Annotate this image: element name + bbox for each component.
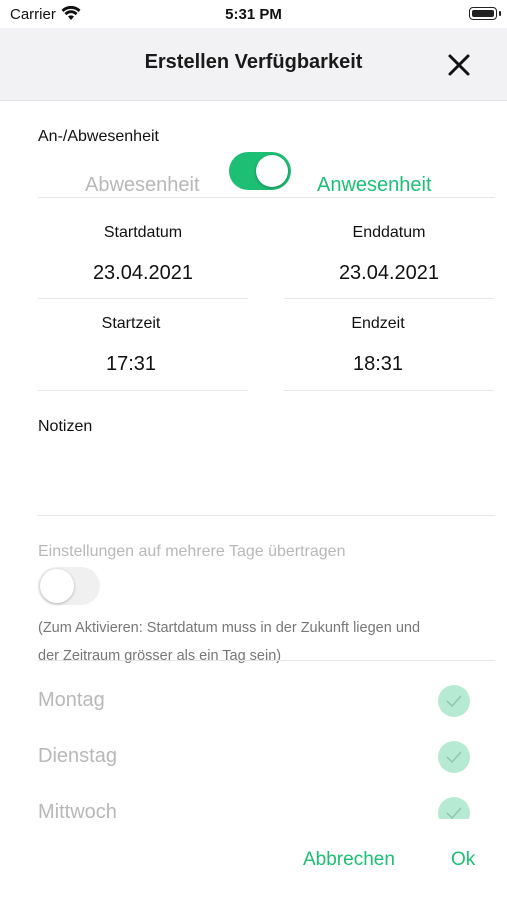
close-icon [448, 54, 470, 76]
end-time-value: 18:31 [352, 353, 404, 375]
weekday-label: Mittwoch [38, 801, 117, 819]
start-time-label: Startzeit [101, 315, 161, 332]
start-date-field[interactable]: Startdatum 23.04.2021 [38, 224, 248, 285]
page-title: Erstellen Verfügbarkeit [144, 51, 363, 73]
end-date-field[interactable]: Enddatum 23.04.2021 [284, 224, 494, 285]
end-date-label: Enddatum [352, 224, 426, 241]
checkmark-icon [438, 797, 470, 819]
start-time-value: 17:31 [105, 353, 157, 375]
weekday-row-wednesday[interactable]: Mittwoch [0, 773, 507, 819]
start-date-value: 23.04.2021 [92, 262, 194, 284]
status-bar: Carrier 5:31 PM [0, 0, 507, 28]
checkmark-icon [438, 685, 470, 717]
divider [38, 390, 248, 391]
notes-input[interactable] [38, 442, 495, 514]
cancel-button[interactable]: Abbrechen [303, 849, 395, 871]
divider [284, 298, 494, 299]
presence-label: Anwesenheit [317, 174, 432, 196]
notes-label: Notizen [38, 418, 93, 435]
absence-label: Abwesenheit [85, 174, 200, 196]
divider [284, 390, 494, 391]
weekday-row-monday[interactable]: Montag [0, 661, 507, 717]
end-time-label: Endzeit [351, 315, 405, 332]
multi-day-hint-line: (Zum Aktivieren: Startdatum muss in der … [38, 620, 421, 636]
ok-button[interactable]: Ok [451, 849, 475, 871]
divider [38, 197, 495, 198]
presence-section-label: An-/Abwesenheit [38, 128, 159, 145]
end-time-field[interactable]: Endzeit 18:31 [284, 315, 472, 376]
divider [38, 298, 248, 299]
presence-toggle[interactable] [229, 152, 291, 190]
close-button[interactable] [445, 51, 473, 79]
start-time-field[interactable]: Startzeit 17:31 [38, 315, 224, 376]
toggle-knob [256, 155, 288, 187]
battery-icon [469, 7, 501, 20]
weekday-list: Montag Dienstag Mittwoch [0, 661, 507, 819]
weekday-label: Montag [38, 689, 105, 711]
checkmark-icon [438, 741, 470, 773]
navigation-bar: Erstellen Verfügbarkeit [0, 28, 507, 101]
clock: 5:31 PM [225, 6, 282, 23]
multi-day-toggle[interactable] [38, 567, 100, 605]
divider [38, 515, 495, 516]
end-date-value: 23.04.2021 [338, 262, 440, 284]
weekday-label: Dienstag [38, 745, 117, 767]
start-date-label: Startdatum [103, 224, 183, 241]
toggle-knob [40, 569, 74, 603]
weekday-row-tuesday[interactable]: Dienstag [0, 717, 507, 773]
multi-day-label: Einstellungen auf mehrere Tage übertrage… [38, 543, 346, 560]
